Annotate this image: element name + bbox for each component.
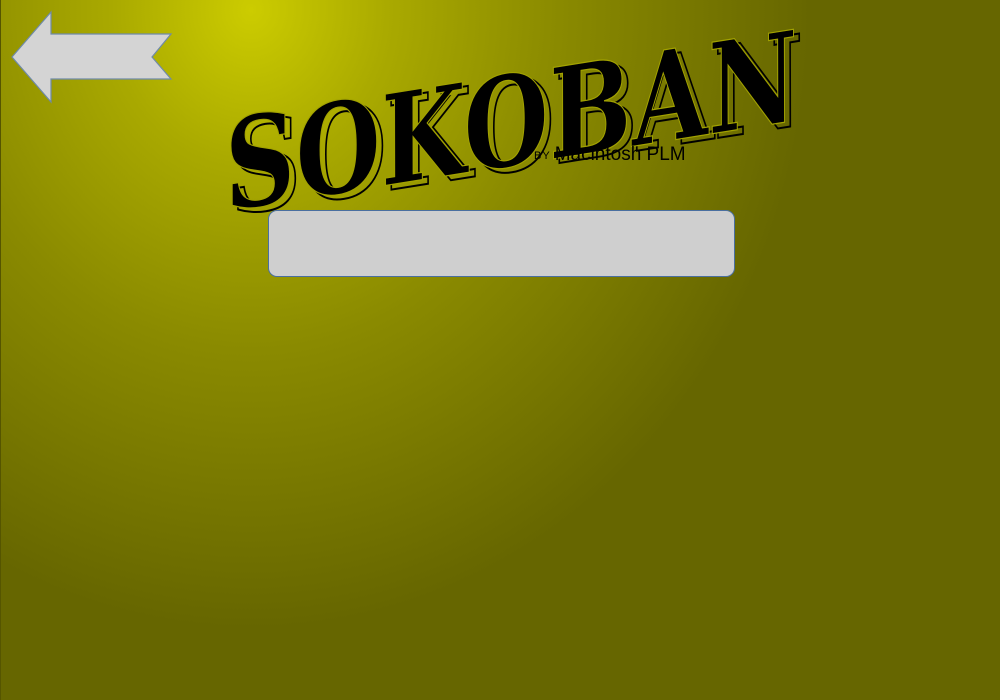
game-title-logo: SOKOBAN SOKOBAN	[206, 4, 826, 244]
byline-by: BY	[534, 150, 551, 162]
name-input[interactable]	[268, 210, 735, 277]
byline: BY Macintosh PLM	[534, 144, 686, 166]
game-title: SOKOBAN	[214, 5, 813, 240]
game-screen: SOKOBAN SOKOBAN BY Macintosh PLM	[0, 0, 1000, 700]
back-arrow-button[interactable]	[11, 10, 173, 104]
byline-author: Macintosh PLM	[554, 144, 686, 165]
arrow-left-icon	[11, 10, 173, 104]
